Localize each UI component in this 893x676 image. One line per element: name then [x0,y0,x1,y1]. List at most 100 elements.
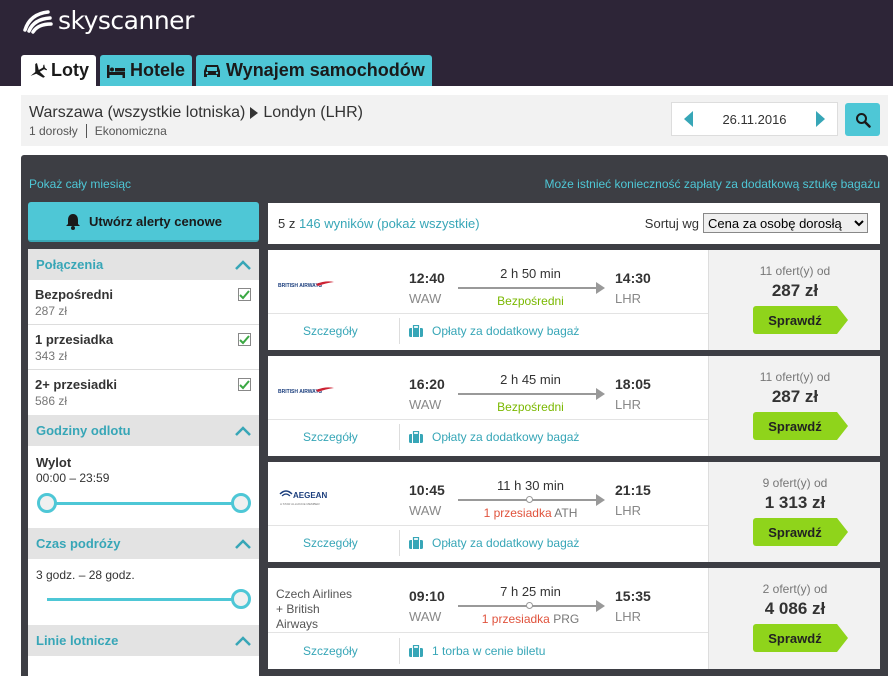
tab-car-rental[interactable]: Wynajem samochodów [196,55,432,86]
divider [399,424,400,450]
baggage-included-link[interactable]: 1 torba w cenie biletu [408,644,545,658]
baggage-notice-link[interactable]: Może istnieć konieczność zapłaty za doda… [544,177,880,191]
route-line [458,600,605,612]
destination: Londyn (LHR) [263,104,363,121]
bell-icon [66,213,81,230]
checkmark-icon [239,379,250,389]
price-box: 2 ofert(y) od 4 086 zł Sprawdź [708,568,880,669]
previous-date-button[interactable] [678,105,700,133]
stops: 1 przesiadka ATH [458,506,603,520]
filter-one-stop[interactable]: 1 przesiadka 343 zł [28,325,259,370]
duration-slider[interactable] [28,587,259,611]
svg-text:AEGEAN: AEGEAN [293,491,327,500]
details-link[interactable]: Szczegóły [303,324,358,338]
filters-sidebar: Utwórz alerty cenowe Połączenia Bezpośre… [28,202,259,676]
checkbox[interactable] [238,333,251,346]
arrow-head-icon [596,600,605,612]
filter-price: 586 zł [35,394,68,408]
slider-max-handle[interactable] [231,493,251,513]
tab-label: Loty [51,60,89,80]
svg-text:BRITISH AIRWAYS: BRITISH AIRWAYS [278,283,323,289]
offers-count: 11 ofert(y) od [759,370,831,384]
slider-max-handle[interactable] [231,589,251,609]
results-header: 5 z 146 wyników (pokaż wszystkie) Sortuj… [268,203,880,244]
connections-section-header[interactable]: Połączenia [28,249,259,280]
itinerary: Czech Airlines + British Airways 09:10 W… [268,568,708,668]
divider [268,525,708,526]
check-button[interactable]: Sprawdź [753,306,849,334]
slider-min-handle[interactable] [37,493,57,513]
tab-hotels[interactable]: Hotele [100,55,193,86]
arrow-head-icon [596,388,605,400]
top-bar: skyscanner Loty Hotele Wynajem samochodó… [0,0,893,86]
departure-date[interactable]: 26.11.2016 [722,112,786,127]
route-line [458,494,605,506]
result-card[interactable]: Czech Airlines + British Airways 09:10 W… [268,568,880,669]
check-button[interactable]: Sprawdź [753,518,849,546]
arrival-airport: LHR [615,609,642,624]
flight-duration: 2 h 45 min [500,372,561,387]
button-arrow [837,518,848,546]
departure-airport: WAW [409,609,442,624]
arrival-airport: LHR [615,291,642,306]
stops: Bezpośredni [497,294,564,308]
section-title: Godziny odlotu [36,423,131,438]
result-card[interactable]: BRITISH AIRWAYS 16:20 WAW 2 h 45 min Bez… [268,356,880,456]
departure-times-section-header[interactable]: Godziny odlotu [28,415,259,446]
airlines-section-header[interactable]: Linie lotnicze [28,625,259,656]
baggage-fees-link[interactable]: Opłaty za dodatkowy bagaż [408,536,579,550]
baggage-fees-link[interactable]: Opłaty za dodatkowy bagaż [408,324,579,338]
british-airways-logo-icon: BRITISH AIRWAYS [278,281,334,289]
british-airways-logo-icon: BRITISH AIRWAYS [278,387,334,395]
result-card[interactable]: AEGEAN A STAR ALLIANCE MEMBER 10:45 WAW … [268,462,880,562]
details-link[interactable]: Szczegóły [303,430,358,444]
checkmark-icon [239,334,250,344]
departure-label: Wylot [36,455,72,470]
result-card[interactable]: BRITISH AIRWAYS 12:40 WAW 2 h 50 min Bez… [268,250,880,350]
luggage-icon [409,644,423,657]
chevron-up-icon [235,538,251,549]
checkbox[interactable] [238,288,251,301]
search-button[interactable] [845,103,880,136]
show-whole-month-link[interactable]: Pokaż cały miesiąc [29,177,131,191]
create-price-alert-button[interactable]: Utwórz alerty cenowe [28,202,259,242]
tab-flights[interactable]: Loty [21,55,96,86]
sort-control: Sortuj wg Cena za osobę dorosłą [645,213,868,233]
arrival-time: 18:05 [615,376,651,392]
sort-select[interactable]: Cena za osobę dorosłą [703,213,868,233]
arrow-head-icon [596,282,605,294]
arrow-head-icon [596,494,605,506]
tab-label: Hotele [130,60,186,80]
duration-range: 3 godz. – 28 godz. [36,568,135,582]
stops: Bezpośredni [497,400,564,414]
divider [399,638,400,664]
next-date-button[interactable] [809,105,831,133]
baggage-fees-link[interactable]: Opłaty za dodatkowy bagaż [408,430,579,444]
skyscanner-logo[interactable]: skyscanner [22,6,194,35]
details-link[interactable]: Szczegóły [303,536,358,550]
departure-time: 09:10 [409,588,445,604]
departure-times-body: Wylot 00:00 – 23:59 [28,446,259,528]
price-box: 9 ofert(y) od 1 313 zł Sprawdź [708,462,880,562]
checkbox[interactable] [238,378,251,391]
filter-direct[interactable]: Bezpośredni 287 zł [28,280,259,325]
check-button[interactable]: Sprawdź [753,624,849,652]
route: Warszawa (wszystkie lotniska) Londyn (LH… [29,104,363,122]
arrival-airport: LHR [615,397,642,412]
results-count: 5 z 146 wyników (pokaż wszystkie) [278,216,480,231]
flight-duration: 2 h 50 min [500,266,561,281]
check-button[interactable]: Sprawdź [753,412,849,440]
car-icon [201,60,223,82]
product-tabs: Loty Hotele Wynajem samochodów [21,55,432,86]
show-all-results-link[interactable]: 146 wyników (pokaż wszystkie) [299,216,480,231]
airline-logo: AEGEAN A STAR ALLIANCE MEMBER [276,482,406,512]
departure-slider[interactable] [28,491,259,515]
travel-time-body: 3 godz. – 28 godz. [28,559,259,625]
count-prefix: 5 z [278,216,299,231]
checkmark-icon [239,289,250,299]
details-link[interactable]: Szczegóły [303,644,358,658]
baggage-text: Opłaty za dodatkowy bagaż [432,430,580,444]
offers-count: 11 ofert(y) od [759,264,831,278]
filter-two-plus-stops[interactable]: 2+ przesiadki 586 zł [28,370,259,415]
travel-time-section-header[interactable]: Czas podróży [28,528,259,559]
